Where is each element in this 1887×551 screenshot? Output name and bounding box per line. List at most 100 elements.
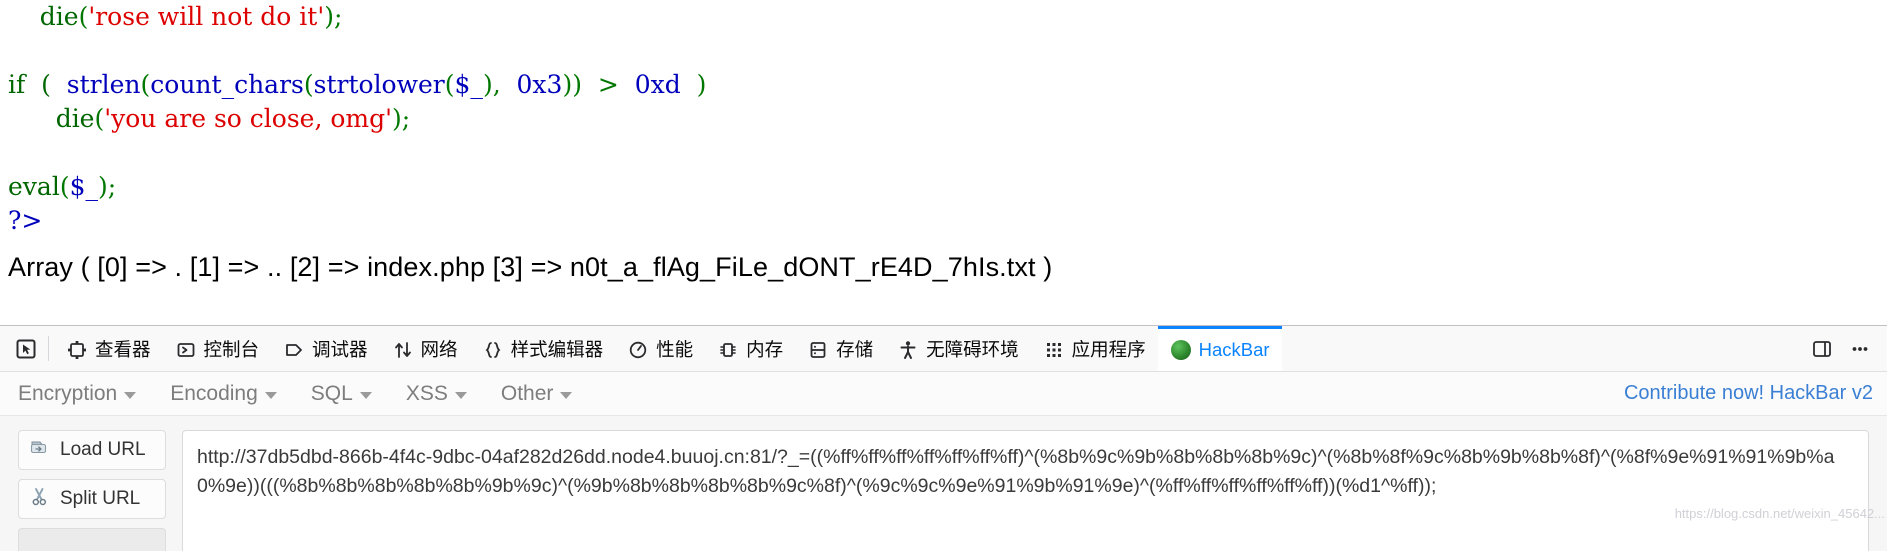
load-url-button[interactable]: Load URL [18,430,166,470]
tab-debugger[interactable]: 调试器 [271,326,380,371]
code-token: ( [140,70,151,99]
code-line: die('you are so close, omg'); [8,102,1887,136]
devtools-tabbar: 查看器 控制台 调试器 网络 样式编辑器 性能 内存 存储 无障碍环境 应用程序… [0,326,1887,372]
storage-icon [807,339,829,361]
code-token: ( [59,172,70,201]
menu-label: Encryption [18,381,118,405]
menu-other[interactable]: Other [501,382,591,406]
load-url-icon [29,437,51,463]
code-token: ?> [8,206,43,235]
debugger-icon [283,339,305,361]
tab-accessibility[interactable]: 无障碍环境 [885,326,1031,371]
tab-console[interactable]: 控制台 [163,326,272,371]
code-line: ?> [8,204,1887,238]
hackbar-panel: Encryption Encoding SQL XSS Other Contri… [0,372,1887,551]
menu-label: Encoding [170,381,258,405]
tab-label: 查看器 [95,338,151,360]
application-icon [1043,339,1065,361]
chevron-down-icon [359,392,372,399]
code-token: die [55,104,95,133]
code-token: )) [562,70,582,99]
hackbar-firefox-icon [1170,339,1192,361]
tab-label: 网络 [420,338,458,360]
memory-icon [717,339,739,361]
tabbar-spacer [1282,326,1805,371]
code-line: eval($_); [8,170,1887,204]
hackbar-button-column: Load URL Split URL [18,430,166,551]
code-token: 'rose will not do it' [88,2,325,31]
button-label: Load URL [60,439,146,460]
browser-page-content: die('rose will not do it'); if ( strlen(… [0,0,1887,325]
tab-style-editor[interactable]: 样式编辑器 [470,326,616,371]
dock-to-side-icon[interactable] [1805,332,1839,366]
code-token: ( [78,2,89,31]
code-token: ( [444,70,455,99]
tab-performance[interactable]: 性能 [615,326,705,371]
tab-inspector[interactable]: 查看器 [54,326,163,371]
menu-label: XSS [405,381,448,405]
code-token: if ( [8,70,67,99]
split-url-scissors-icon [29,486,51,512]
code-token: 'you are so close, omg' [104,104,392,133]
code-token: strtolower [313,70,445,99]
menu-encryption[interactable]: Encryption [18,382,154,406]
code-line: if ( strlen(count_chars(strtolower($_), … [8,68,1887,102]
style-editor-icon [482,339,504,361]
menu-label: SQL [310,381,353,405]
chevron-down-icon [560,392,573,399]
code-token: 0xd [634,70,681,99]
code-token: 0x3 [516,70,563,99]
accessibility-icon [897,339,919,361]
chevron-down-icon [454,392,467,399]
tab-label: HackBar [1198,338,1270,360]
code-token: die [39,2,79,31]
tab-label: 样式编辑器 [510,338,604,360]
element-picker-icon[interactable] [6,326,46,371]
contribute-link[interactable]: Contribute now! HackBar v2 [1624,382,1873,405]
toolbar-divider [48,336,49,361]
code-line: die('rose will not do it'); [8,0,1887,34]
performance-icon [627,339,649,361]
menu-encoding[interactable]: Encoding [170,382,295,406]
console-icon [175,339,197,361]
tab-network[interactable]: 网络 [380,326,470,371]
hackbar-main: Load URL Split URL http://37db5dbd-866b-… [0,416,1887,551]
code-token: count_chars [150,70,304,99]
tab-label: 应用程序 [1071,338,1146,360]
code-token: eval [8,172,60,201]
chevron-down-icon [264,392,277,399]
split-url-button[interactable]: Split URL [18,479,166,519]
menu-label: Other [500,381,554,405]
tab-memory[interactable]: 内存 [705,326,795,371]
tab-application[interactable]: 应用程序 [1031,326,1158,371]
code-token: $_ [69,172,98,201]
code-token: ), [482,70,517,99]
execute-button[interactable] [18,528,166,551]
tab-storage[interactable]: 存储 [795,326,885,371]
tab-hackbar[interactable]: HackBar [1157,326,1282,371]
code-token: $_ [454,70,483,99]
menu-xss[interactable]: XSS [406,382,485,406]
devtools-panel: 查看器 控制台 调试器 网络 样式编辑器 性能 内存 存储 无障碍环境 应用程序… [0,325,1887,551]
inspector-icon [66,339,88,361]
code-token: > [581,70,635,99]
tab-label: 性能 [656,338,694,360]
network-icon [392,339,414,361]
tab-label: 无障碍环境 [926,338,1019,360]
code-token: ); [324,2,343,31]
devtools-more-options-icon[interactable] [1843,332,1877,366]
button-label: Split URL [60,488,141,509]
code-token: ( [94,104,105,133]
tab-label: 调试器 [312,338,368,360]
url-input[interactable]: http://37db5dbd-866b-4f4c-9dbc-04af282d2… [182,430,1869,551]
code-token: strlen [66,70,141,99]
hackbar-menubar: Encryption Encoding SQL XSS Other Contri… [0,372,1887,416]
chevron-down-icon [124,392,137,399]
menu-sql[interactable]: SQL [311,382,390,406]
devtools-toolbar-actions [1805,326,1887,371]
tab-label: 存储 [836,338,874,360]
